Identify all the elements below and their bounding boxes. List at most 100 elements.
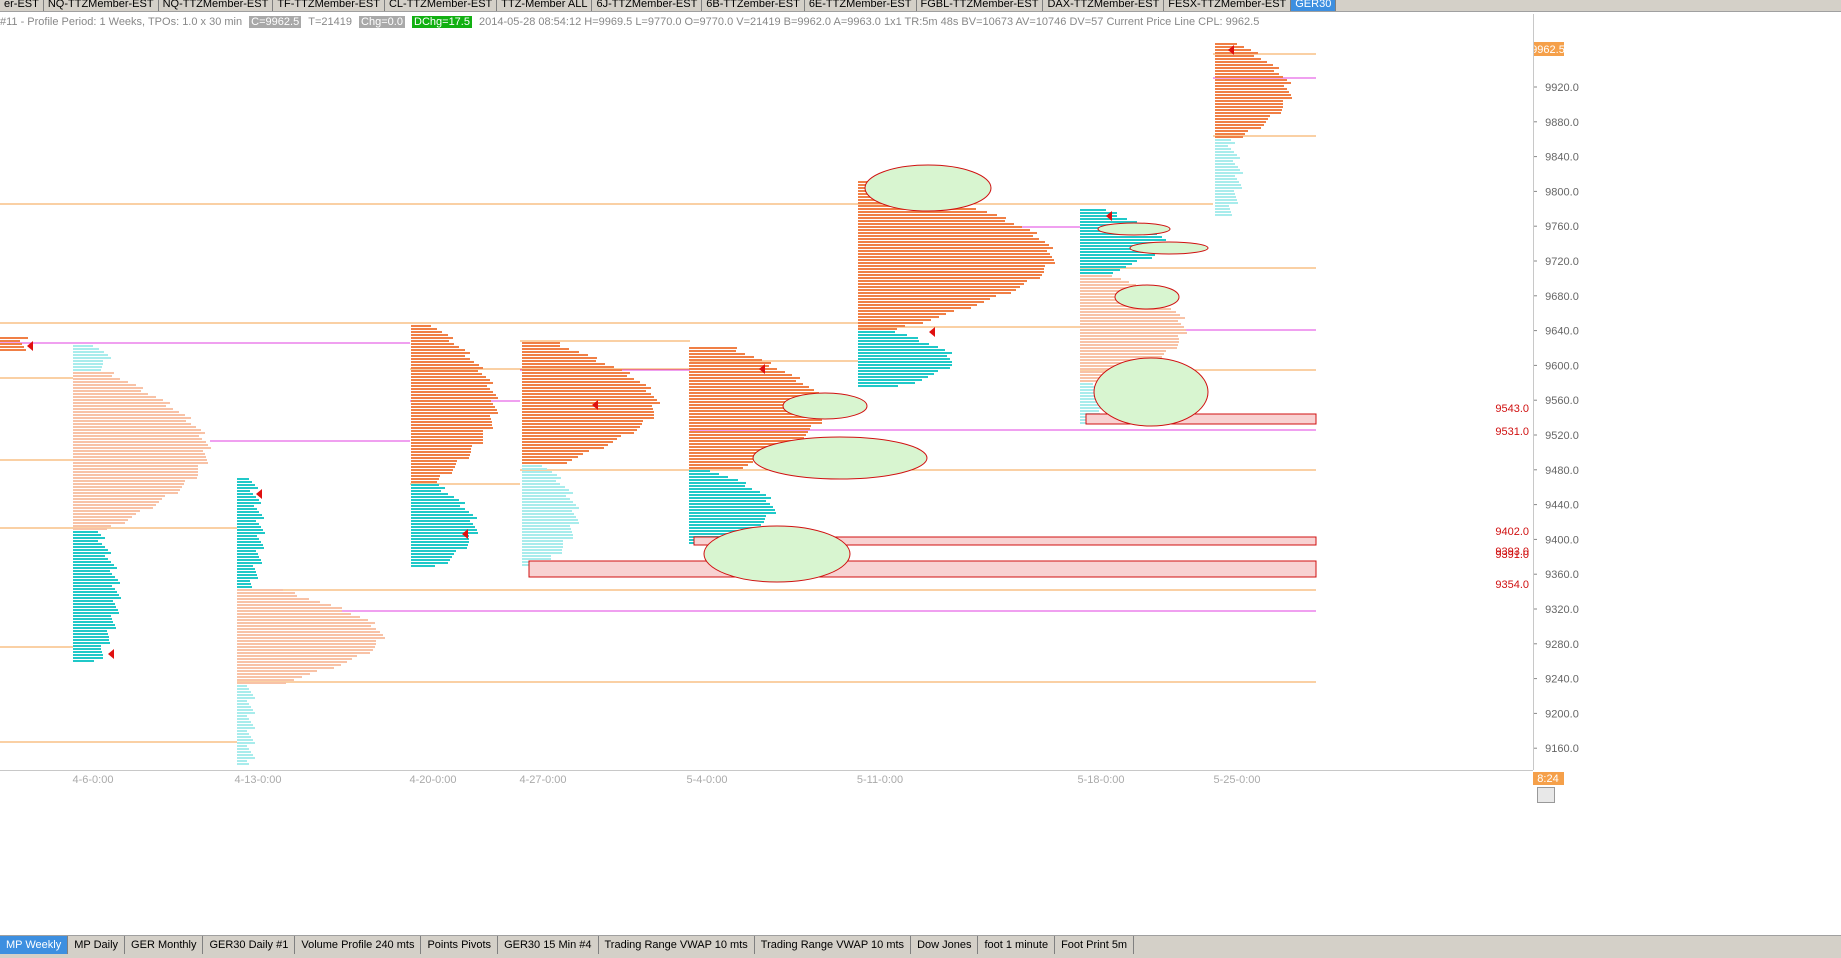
- profile-row: [1215, 139, 1231, 141]
- profile-row: [73, 462, 208, 464]
- profile-row: [1215, 64, 1273, 66]
- profile-row: [858, 313, 946, 315]
- profile-row: [522, 525, 570, 527]
- profile-row: [689, 458, 758, 460]
- profile-row: [522, 522, 579, 524]
- profile-row: [522, 483, 560, 485]
- profile-row: [689, 521, 764, 523]
- profile-row: [237, 604, 331, 606]
- bottom-tab[interactable]: Trading Range VWAP 10 mts: [599, 936, 755, 954]
- bottom-tab[interactable]: Trading Range VWAP 10 mts: [755, 936, 912, 954]
- profile-row: [1080, 239, 1166, 241]
- profile-row: [522, 426, 640, 428]
- profile-row: [73, 654, 103, 656]
- profile-row: [73, 426, 196, 428]
- profile-row: [1080, 350, 1166, 352]
- bottom-tab[interactable]: GER Monthly: [125, 936, 204, 954]
- bottom-tab[interactable]: foot 1 minute: [978, 936, 1056, 954]
- profile-row: [689, 476, 728, 478]
- profile-row: [237, 691, 251, 693]
- profile-row: [237, 529, 263, 531]
- profile-row: [73, 366, 102, 368]
- profile-row: [1080, 326, 1184, 328]
- profile-row: [522, 531, 572, 533]
- profile-row: [522, 537, 573, 539]
- profile-row: [411, 559, 450, 561]
- profile-row: [237, 763, 249, 765]
- profile-row: [1215, 133, 1245, 135]
- zone-label: 9543.0: [1495, 403, 1529, 415]
- profile-row: [0, 346, 24, 348]
- profile-row: [1215, 91, 1289, 93]
- profile-row: [237, 685, 247, 687]
- price-tick-label: 9760.0: [1545, 221, 1579, 233]
- red-marker: [256, 489, 262, 499]
- bottom-tab[interactable]: GER30 15 Min #4: [498, 936, 599, 954]
- profile-row: [689, 350, 736, 352]
- profile-row: [858, 268, 1044, 270]
- profile-row: [411, 430, 483, 432]
- profile-row: [1215, 199, 1237, 201]
- profile-row: [522, 417, 654, 419]
- profile-row: [73, 375, 112, 377]
- profile-row: [411, 364, 479, 366]
- profile-row: [73, 522, 125, 524]
- profile-row: [522, 441, 613, 443]
- profile-row: [689, 515, 766, 517]
- profile-row: [522, 474, 557, 476]
- bottom-tab[interactable]: GER30 Daily #1: [203, 936, 296, 954]
- profile-row: [237, 562, 262, 564]
- profile-row: [73, 495, 165, 497]
- profile-row: [237, 487, 258, 489]
- profile-row: [858, 382, 915, 384]
- profile-row: [73, 603, 115, 605]
- profile-row: [522, 378, 634, 380]
- profile-row: [73, 594, 119, 596]
- profile-row: [411, 493, 448, 495]
- bottom-tab[interactable]: MP Weekly: [0, 936, 69, 954]
- profile-row: [689, 386, 809, 388]
- profile-row: [689, 419, 822, 421]
- bottom-tab[interactable]: MP Daily: [68, 936, 126, 954]
- profile-row: [858, 334, 907, 336]
- profile-row: [689, 356, 754, 358]
- profile-row: [237, 652, 370, 654]
- price-tick-label: 9240.0: [1545, 674, 1579, 686]
- profile-row: [237, 643, 376, 645]
- profile-row: [237, 610, 342, 612]
- profile-row: [237, 592, 295, 594]
- profile-row: [1215, 136, 1243, 138]
- profile-row: [73, 561, 111, 563]
- bottom-tab[interactable]: Dow Jones: [911, 936, 979, 954]
- scroll-corner-button[interactable]: [1537, 787, 1555, 803]
- market-profile-chart[interactable]: 9920.0 9880.0 9840.0 9800.0 9760.0 9720.0 9680…: [0, 0, 1841, 935]
- profile-row: [858, 367, 950, 369]
- profile-row: [73, 435, 199, 437]
- profile-row: [237, 607, 342, 609]
- profile-row: [237, 589, 283, 591]
- profile-row: [73, 630, 107, 632]
- price-tick-label: 9880.0: [1545, 117, 1579, 129]
- profile-row: [689, 422, 822, 424]
- price-tick-label: 9200.0: [1545, 708, 1579, 720]
- bottom-tab[interactable]: Points Pivots: [421, 936, 499, 954]
- profile-row: [411, 523, 473, 525]
- profile-row: [73, 642, 110, 644]
- profile-row: [73, 468, 198, 470]
- profile-row: [237, 490, 250, 492]
- profile-row: [237, 646, 375, 648]
- profile-row: [73, 381, 128, 383]
- bottom-tab[interactable]: Volume Profile 240 mts: [295, 936, 422, 954]
- profile-row: [522, 456, 578, 458]
- profile-row: [858, 232, 1037, 234]
- profile-row: [1215, 172, 1243, 174]
- profile-row: [411, 538, 469, 540]
- profile-row: [1215, 109, 1282, 111]
- profile-row: [411, 379, 490, 381]
- profile-row: [73, 399, 163, 401]
- highlight-ellipse: [1114, 284, 1180, 310]
- price-tick-label: 9920.0: [1545, 82, 1579, 94]
- profile-row: [411, 337, 453, 339]
- bottom-tab[interactable]: Foot Print 5m: [1055, 936, 1135, 954]
- profile-row: [237, 571, 256, 573]
